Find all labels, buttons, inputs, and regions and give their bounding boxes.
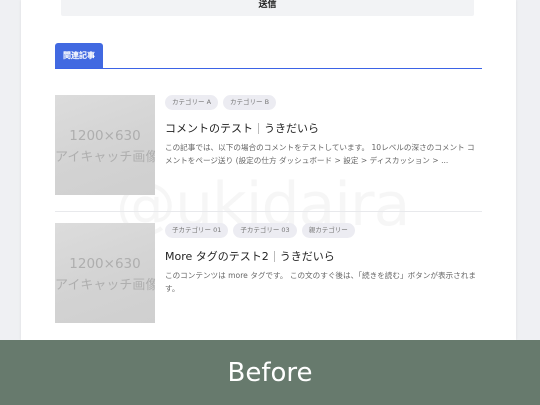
article-excerpt: このコンテンツは more タグです。 この文のすぐ後は、「続きを読む」ボタンが… — [165, 271, 476, 294]
page-content: 送信 関連記事 @ukidaira 1200×630 アイキャッチ画像 カテゴリ… — [21, 0, 516, 340]
article-title[interactable]: More タグのテスト2 — [165, 248, 269, 264]
before-label-band: Before — [0, 340, 540, 405]
related-posts-heading: 関連記事 — [55, 43, 103, 68]
category-tag[interactable]: 親カテゴリー — [301, 223, 355, 238]
site-name: うきだいら — [279, 250, 335, 263]
article-excerpt: この記事では、以下の場合のコメントをテストしています。 10レベルの深さのコメン… — [165, 143, 475, 166]
related-article-card[interactable]: 1200×630 アイキャッチ画像 カテゴリー A カテゴリー B コメントのテ… — [55, 95, 482, 195]
article-thumbnail[interactable]: 1200×630 アイキャッチ画像 — [55, 223, 155, 323]
category-tag[interactable]: 子カテゴリー 03 — [233, 223, 297, 238]
title-separator — [258, 122, 259, 134]
article-title[interactable]: コメントのテスト — [165, 120, 253, 136]
related-posts-header: 関連記事 — [55, 43, 482, 69]
related-article-card[interactable]: 1200×630 アイキャッチ画像 子カテゴリー 01 子カテゴリー 03 親カ… — [55, 223, 482, 323]
thumbnail-size-text: 1200×630 — [69, 256, 141, 272]
before-label: Before — [227, 357, 313, 388]
submit-button-label: 送信 — [258, 0, 277, 10]
submit-button[interactable]: 送信 — [61, 0, 474, 16]
category-tag[interactable]: カテゴリー A — [165, 95, 219, 110]
article-divider — [55, 211, 482, 212]
article-tags: 子カテゴリー 01 子カテゴリー 03 親カテゴリー — [165, 223, 482, 238]
title-separator — [273, 250, 275, 262]
category-tag[interactable]: カテゴリー B — [223, 95, 277, 110]
article-thumbnail[interactable]: 1200×630 アイキャッチ画像 — [55, 95, 155, 195]
category-tag[interactable]: 子カテゴリー 01 — [165, 223, 229, 238]
thumbnail-caption-text: アイキャッチ画像 — [55, 278, 155, 293]
article-tags: カテゴリー A カテゴリー B — [165, 95, 482, 110]
site-name: うきだいら — [264, 122, 319, 135]
thumbnail-size-text: 1200×630 — [69, 128, 141, 144]
thumbnail-caption-text: アイキャッチ画像 — [55, 150, 155, 165]
